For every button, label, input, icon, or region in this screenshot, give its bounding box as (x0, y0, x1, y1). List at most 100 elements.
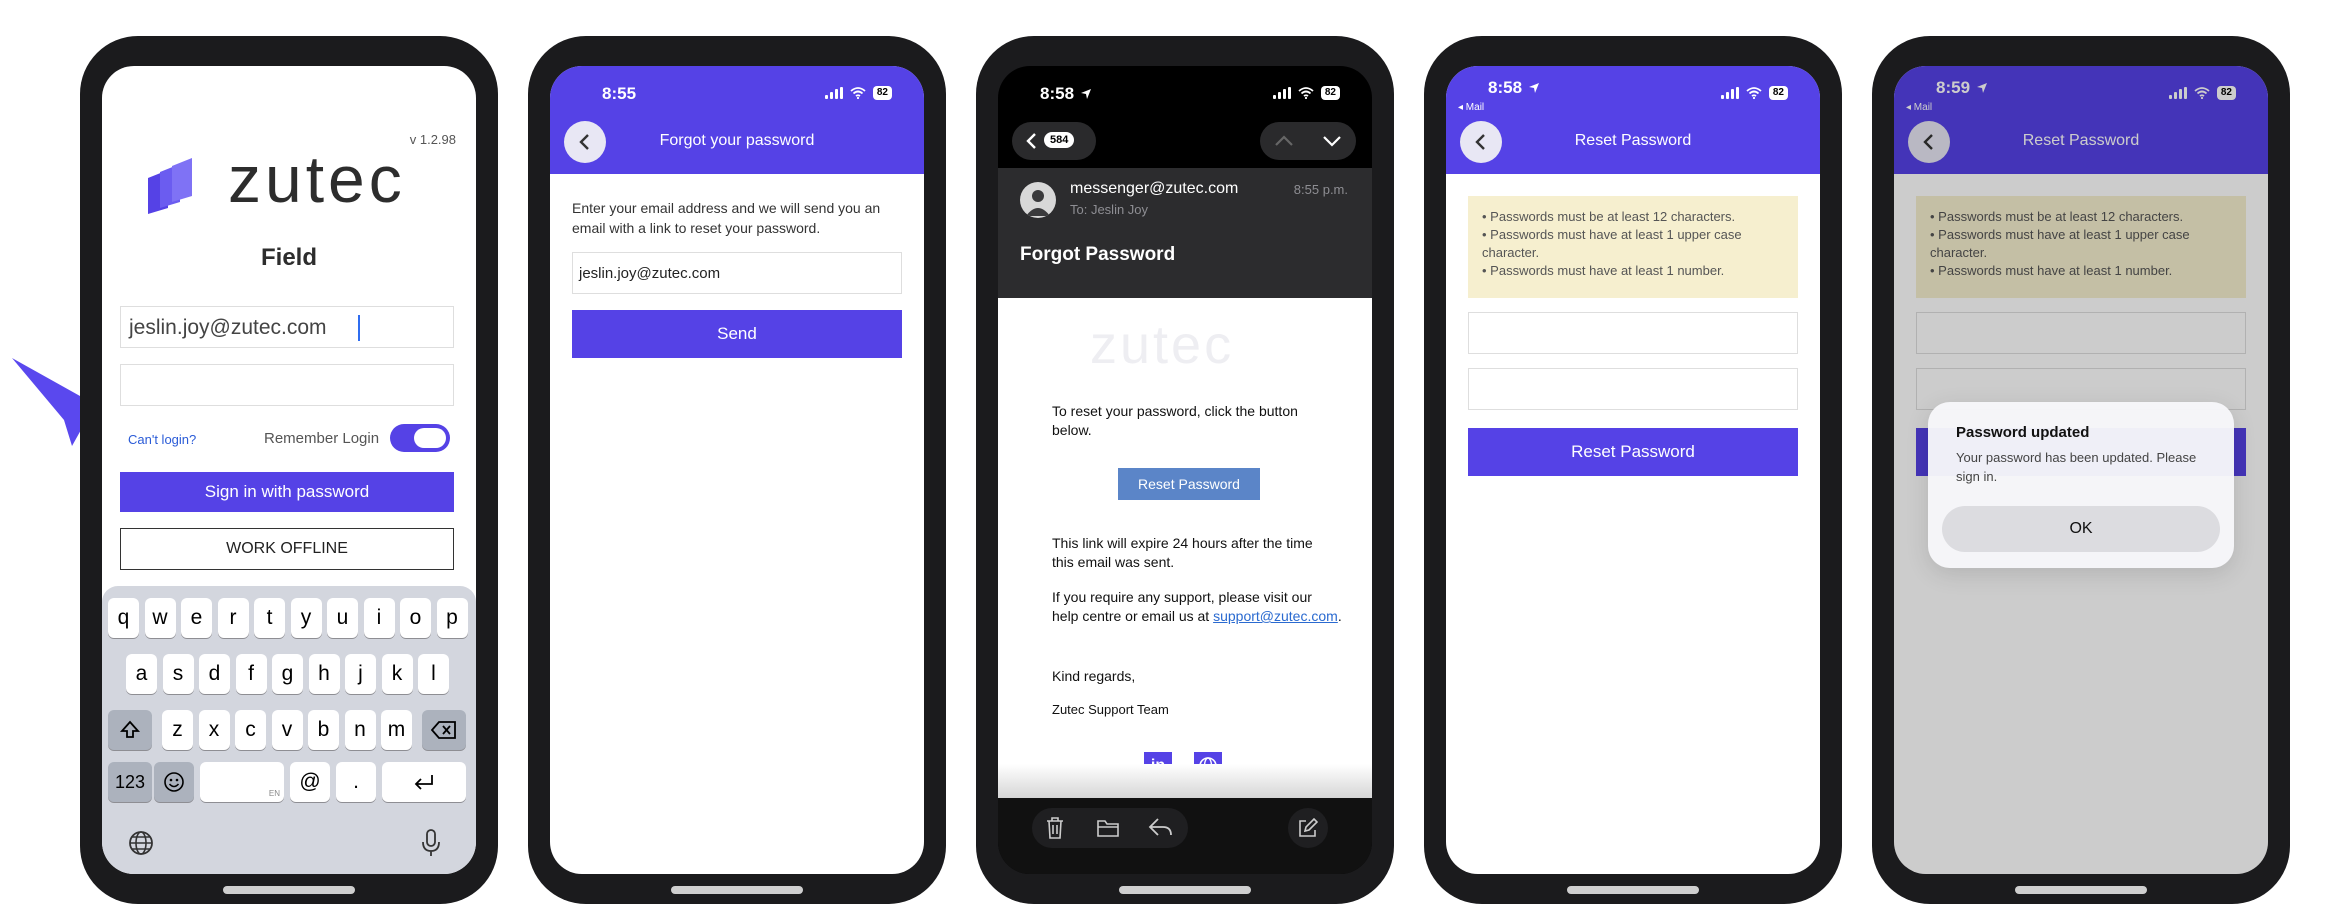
emoji-icon (164, 772, 184, 792)
status-bar: 8:58 82 (998, 66, 1372, 118)
numbers-key[interactable]: 123 (108, 762, 152, 802)
microphone-icon[interactable] (420, 828, 442, 858)
key-w[interactable]: w (144, 598, 176, 638)
key-k[interactable]: k (381, 654, 413, 694)
key-d[interactable]: d (199, 654, 230, 694)
trash-icon[interactable] (1044, 816, 1066, 840)
signal-icon (1720, 87, 1739, 99)
dot-key[interactable]: . (336, 762, 376, 802)
key-i[interactable]: i (363, 598, 395, 638)
key-s[interactable]: s (162, 654, 194, 694)
sender-avatar (1020, 182, 1056, 218)
key-n[interactable]: n (344, 710, 376, 750)
key-p[interactable]: p (436, 598, 468, 638)
key-h[interactable]: h (308, 654, 340, 694)
key-o[interactable]: o (400, 598, 431, 638)
shift-key[interactable] (108, 710, 152, 750)
key-b[interactable]: b (308, 710, 339, 750)
backspace-icon (430, 721, 456, 739)
email-field[interactable]: jeslin.joy@zutec.com (120, 306, 454, 348)
folder-icon[interactable] (1096, 818, 1120, 838)
reply-icon[interactable] (1148, 816, 1174, 838)
phone-forgot: 8:55 82 Forgot your password Enter your … (528, 36, 946, 904)
send-button[interactable]: Send (572, 310, 902, 358)
remember-login-label: Remember Login (264, 430, 380, 447)
body-fade (998, 764, 1372, 798)
status-time: 8:58 (1040, 84, 1075, 103)
email-value: jeslin.joy@zutec.com (579, 265, 721, 282)
key-m[interactable]: m (381, 710, 412, 750)
key-q[interactable]: q (108, 598, 139, 638)
version-label: v 1.2.98 (409, 132, 456, 147)
phone-email: 8:58 82 584 messenger@zutec.com To: Jesl… (976, 36, 1394, 904)
backspace-key[interactable] (422, 710, 466, 750)
cant-login-link[interactable]: Can't login? (128, 432, 196, 447)
signin-button[interactable]: Sign in with password (120, 472, 454, 512)
key-y[interactable]: y (290, 598, 322, 638)
key-a[interactable]: a (126, 654, 157, 694)
password-rule: • Passwords must have at least 1 number. (1482, 263, 1725, 278)
return-key[interactable] (382, 762, 466, 802)
key-r[interactable]: r (217, 598, 249, 638)
key-c[interactable]: c (235, 710, 266, 750)
key-x[interactable]: x (198, 710, 230, 750)
brand-wordmark: zutec (228, 142, 406, 216)
signature-line: Zutec Support Team (1052, 702, 1169, 717)
email-value: jeslin.joy@zutec.com (129, 316, 327, 339)
support-period: . (1337, 608, 1342, 624)
dialog-title: Password updated (1956, 424, 2090, 441)
return-icon (414, 775, 433, 790)
email-header: messenger@zutec.com To: Jeslin Joy 8:55 … (998, 168, 1372, 298)
password-field[interactable] (120, 364, 454, 406)
key-j[interactable]: j (345, 654, 376, 694)
sender-address: messenger@zutec.com (1070, 180, 1239, 197)
status-bar: 8:58 ◂ Mail 82 (1446, 66, 1820, 118)
battery-level: 82 (872, 86, 892, 100)
confirm-password-field[interactable] (1468, 368, 1798, 410)
new-password-field[interactable] (1468, 312, 1798, 354)
password-rule: • Passwords must have at least 1 upper c… (1482, 227, 1742, 260)
chevron-left-icon (1026, 133, 1036, 149)
key-l[interactable]: l (418, 654, 449, 694)
reset-password-email-button[interactable]: Reset Password (1118, 468, 1260, 500)
forgot-screen: 8:55 82 Forgot your password Enter your … (550, 66, 924, 874)
status-time: 8:55 (602, 84, 637, 103)
at-key[interactable]: @ (290, 762, 330, 802)
body-expiry: This link will expire 24 hours after the… (1052, 535, 1313, 570)
key-u[interactable]: u (327, 598, 358, 638)
emoji-key[interactable] (154, 762, 194, 802)
home-indicator (1119, 886, 1251, 894)
unread-count-badge: 584 (1044, 132, 1075, 148)
keyboard: qwertyuiop asdfghjkl zxcvbnm 123 EN @ . (102, 586, 476, 874)
key-z[interactable]: z (162, 710, 193, 750)
support-email-link[interactable]: support@zutec.com (1213, 608, 1338, 624)
remember-login-toggle[interactable] (390, 424, 450, 452)
message-nav (1260, 122, 1356, 160)
battery-level: 82 (1320, 86, 1340, 100)
chevron-down-icon[interactable] (1322, 134, 1342, 148)
globe-icon[interactable] (128, 830, 154, 856)
signal-icon (824, 87, 843, 99)
reset-password-button[interactable]: Reset Password (1468, 428, 1798, 476)
phone-login: v 1.2.98 zutec Field jeslin.joy@zutec.co… (80, 36, 498, 904)
location-icon (1529, 83, 1539, 93)
key-e[interactable]: e (181, 598, 212, 638)
key-t[interactable]: t (254, 598, 285, 638)
chevron-up-icon[interactable] (1274, 134, 1294, 148)
shift-icon (119, 720, 141, 738)
location-icon (1081, 89, 1091, 99)
work-offline-button[interactable]: WORK OFFLINE (120, 528, 454, 570)
key-f[interactable]: f (235, 654, 267, 694)
back-to-inbox-button[interactable]: 584 (1012, 122, 1096, 160)
back-to-mail[interactable]: ◂ Mail (1458, 102, 1484, 113)
email-field[interactable]: jeslin.joy@zutec.com (572, 252, 902, 294)
ok-button[interactable]: OK (1942, 506, 2220, 552)
compose-button[interactable] (1288, 808, 1328, 848)
password-rule-text: Passwords must be at least 12 characters… (1490, 209, 1736, 224)
recipient-line[interactable]: To: Jeslin Joy (1070, 202, 1148, 217)
key-g[interactable]: g (272, 654, 303, 694)
key-v[interactable]: v (271, 710, 303, 750)
home-indicator (2015, 886, 2147, 894)
space-key[interactable]: EN (200, 762, 284, 802)
sent-time: 8:55 p.m. (1293, 182, 1348, 197)
